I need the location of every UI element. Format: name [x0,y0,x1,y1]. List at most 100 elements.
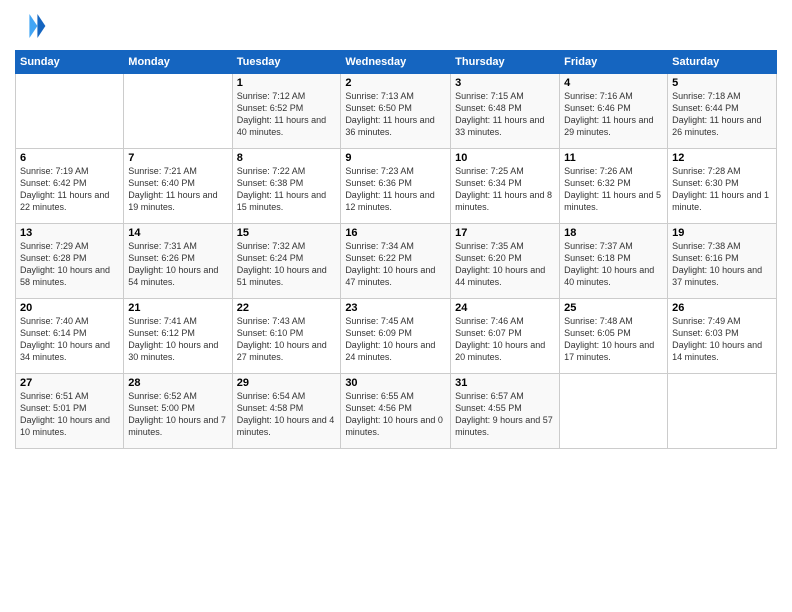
calendar-cell: 11Sunrise: 7:26 AM Sunset: 6:32 PM Dayli… [560,149,668,224]
calendar-cell: 28Sunrise: 6:52 AM Sunset: 5:00 PM Dayli… [124,374,232,449]
day-info: Sunrise: 7:28 AM Sunset: 6:30 PM Dayligh… [672,165,772,214]
day-of-week-header: Sunday [16,51,124,74]
calendar-cell: 26Sunrise: 7:49 AM Sunset: 6:03 PM Dayli… [668,299,777,374]
day-number: 7 [128,152,227,164]
day-info: Sunrise: 7:26 AM Sunset: 6:32 PM Dayligh… [564,165,663,214]
day-number: 4 [564,77,663,89]
day-number: 17 [455,227,555,239]
calendar-cell: 29Sunrise: 6:54 AM Sunset: 4:58 PM Dayli… [232,374,341,449]
day-number: 15 [237,227,337,239]
day-info: Sunrise: 7:31 AM Sunset: 6:26 PM Dayligh… [128,240,227,289]
day-info: Sunrise: 7:40 AM Sunset: 6:14 PM Dayligh… [20,315,119,364]
day-info: Sunrise: 7:38 AM Sunset: 6:16 PM Dayligh… [672,240,772,289]
day-info: Sunrise: 7:21 AM Sunset: 6:40 PM Dayligh… [128,165,227,214]
day-number: 1 [237,77,337,89]
calendar-table: SundayMondayTuesdayWednesdayThursdayFrid… [15,50,777,449]
day-info: Sunrise: 7:22 AM Sunset: 6:38 PM Dayligh… [237,165,337,214]
day-of-week-header: Saturday [668,51,777,74]
calendar-week-row: 6Sunrise: 7:19 AM Sunset: 6:42 PM Daylig… [16,149,777,224]
calendar-cell: 15Sunrise: 7:32 AM Sunset: 6:24 PM Dayli… [232,224,341,299]
day-info: Sunrise: 7:16 AM Sunset: 6:46 PM Dayligh… [564,90,663,139]
day-info: Sunrise: 7:34 AM Sunset: 6:22 PM Dayligh… [345,240,446,289]
calendar-cell: 2Sunrise: 7:13 AM Sunset: 6:50 PM Daylig… [341,74,451,149]
day-info: Sunrise: 6:54 AM Sunset: 4:58 PM Dayligh… [237,390,337,439]
calendar-cell: 8Sunrise: 7:22 AM Sunset: 6:38 PM Daylig… [232,149,341,224]
day-number: 23 [345,302,446,314]
calendar-cell: 30Sunrise: 6:55 AM Sunset: 4:56 PM Dayli… [341,374,451,449]
calendar-cell [668,374,777,449]
day-number: 6 [20,152,119,164]
day-number: 19 [672,227,772,239]
day-of-week-header: Tuesday [232,51,341,74]
calendar-cell: 31Sunrise: 6:57 AM Sunset: 4:55 PM Dayli… [451,374,560,449]
calendar-week-row: 13Sunrise: 7:29 AM Sunset: 6:28 PM Dayli… [16,224,777,299]
calendar-cell: 13Sunrise: 7:29 AM Sunset: 6:28 PM Dayli… [16,224,124,299]
day-info: Sunrise: 7:13 AM Sunset: 6:50 PM Dayligh… [345,90,446,139]
calendar-cell: 25Sunrise: 7:48 AM Sunset: 6:05 PM Dayli… [560,299,668,374]
day-info: Sunrise: 7:15 AM Sunset: 6:48 PM Dayligh… [455,90,555,139]
day-number: 3 [455,77,555,89]
day-info: Sunrise: 6:52 AM Sunset: 5:00 PM Dayligh… [128,390,227,439]
day-info: Sunrise: 7:48 AM Sunset: 6:05 PM Dayligh… [564,315,663,364]
calendar-cell: 16Sunrise: 7:34 AM Sunset: 6:22 PM Dayli… [341,224,451,299]
calendar-week-row: 1Sunrise: 7:12 AM Sunset: 6:52 PM Daylig… [16,74,777,149]
calendar-cell [124,74,232,149]
day-info: Sunrise: 7:25 AM Sunset: 6:34 PM Dayligh… [455,165,555,214]
day-number: 2 [345,77,446,89]
header [15,10,777,42]
calendar-cell [560,374,668,449]
day-number: 5 [672,77,772,89]
calendar-cell: 21Sunrise: 7:41 AM Sunset: 6:12 PM Dayli… [124,299,232,374]
calendar-cell: 22Sunrise: 7:43 AM Sunset: 6:10 PM Dayli… [232,299,341,374]
day-of-week-header: Friday [560,51,668,74]
header-row: SundayMondayTuesdayWednesdayThursdayFrid… [16,51,777,74]
day-number: 13 [20,227,119,239]
day-info: Sunrise: 7:32 AM Sunset: 6:24 PM Dayligh… [237,240,337,289]
calendar-cell: 12Sunrise: 7:28 AM Sunset: 6:30 PM Dayli… [668,149,777,224]
calendar-cell: 23Sunrise: 7:45 AM Sunset: 6:09 PM Dayli… [341,299,451,374]
day-number: 14 [128,227,227,239]
day-number: 20 [20,302,119,314]
calendar-cell: 20Sunrise: 7:40 AM Sunset: 6:14 PM Dayli… [16,299,124,374]
calendar-cell: 14Sunrise: 7:31 AM Sunset: 6:26 PM Dayli… [124,224,232,299]
day-info: Sunrise: 7:37 AM Sunset: 6:18 PM Dayligh… [564,240,663,289]
day-number: 16 [345,227,446,239]
day-info: Sunrise: 7:45 AM Sunset: 6:09 PM Dayligh… [345,315,446,364]
calendar-cell: 27Sunrise: 6:51 AM Sunset: 5:01 PM Dayli… [16,374,124,449]
day-info: Sunrise: 7:41 AM Sunset: 6:12 PM Dayligh… [128,315,227,364]
day-number: 27 [20,377,119,389]
day-info: Sunrise: 7:35 AM Sunset: 6:20 PM Dayligh… [455,240,555,289]
calendar-cell: 5Sunrise: 7:18 AM Sunset: 6:44 PM Daylig… [668,74,777,149]
day-info: Sunrise: 7:18 AM Sunset: 6:44 PM Dayligh… [672,90,772,139]
page: SundayMondayTuesdayWednesdayThursdayFrid… [0,0,792,612]
day-number: 28 [128,377,227,389]
day-number: 18 [564,227,663,239]
day-of-week-header: Wednesday [341,51,451,74]
day-number: 31 [455,377,555,389]
day-number: 21 [128,302,227,314]
logo-icon [15,10,47,42]
day-number: 30 [345,377,446,389]
day-info: Sunrise: 7:46 AM Sunset: 6:07 PM Dayligh… [455,315,555,364]
day-info: Sunrise: 7:23 AM Sunset: 6:36 PM Dayligh… [345,165,446,214]
calendar-cell: 10Sunrise: 7:25 AM Sunset: 6:34 PM Dayli… [451,149,560,224]
day-of-week-header: Thursday [451,51,560,74]
calendar-week-row: 20Sunrise: 7:40 AM Sunset: 6:14 PM Dayli… [16,299,777,374]
day-number: 9 [345,152,446,164]
calendar-cell [16,74,124,149]
day-number: 10 [455,152,555,164]
calendar-header: SundayMondayTuesdayWednesdayThursdayFrid… [16,51,777,74]
day-info: Sunrise: 7:43 AM Sunset: 6:10 PM Dayligh… [237,315,337,364]
calendar-cell: 7Sunrise: 7:21 AM Sunset: 6:40 PM Daylig… [124,149,232,224]
day-info: Sunrise: 6:51 AM Sunset: 5:01 PM Dayligh… [20,390,119,439]
calendar-cell: 6Sunrise: 7:19 AM Sunset: 6:42 PM Daylig… [16,149,124,224]
day-number: 22 [237,302,337,314]
day-number: 8 [237,152,337,164]
calendar-body: 1Sunrise: 7:12 AM Sunset: 6:52 PM Daylig… [16,74,777,449]
day-number: 11 [564,152,663,164]
day-number: 24 [455,302,555,314]
calendar-cell: 3Sunrise: 7:15 AM Sunset: 6:48 PM Daylig… [451,74,560,149]
day-number: 12 [672,152,772,164]
day-info: Sunrise: 6:57 AM Sunset: 4:55 PM Dayligh… [455,390,555,439]
calendar-cell: 4Sunrise: 7:16 AM Sunset: 6:46 PM Daylig… [560,74,668,149]
